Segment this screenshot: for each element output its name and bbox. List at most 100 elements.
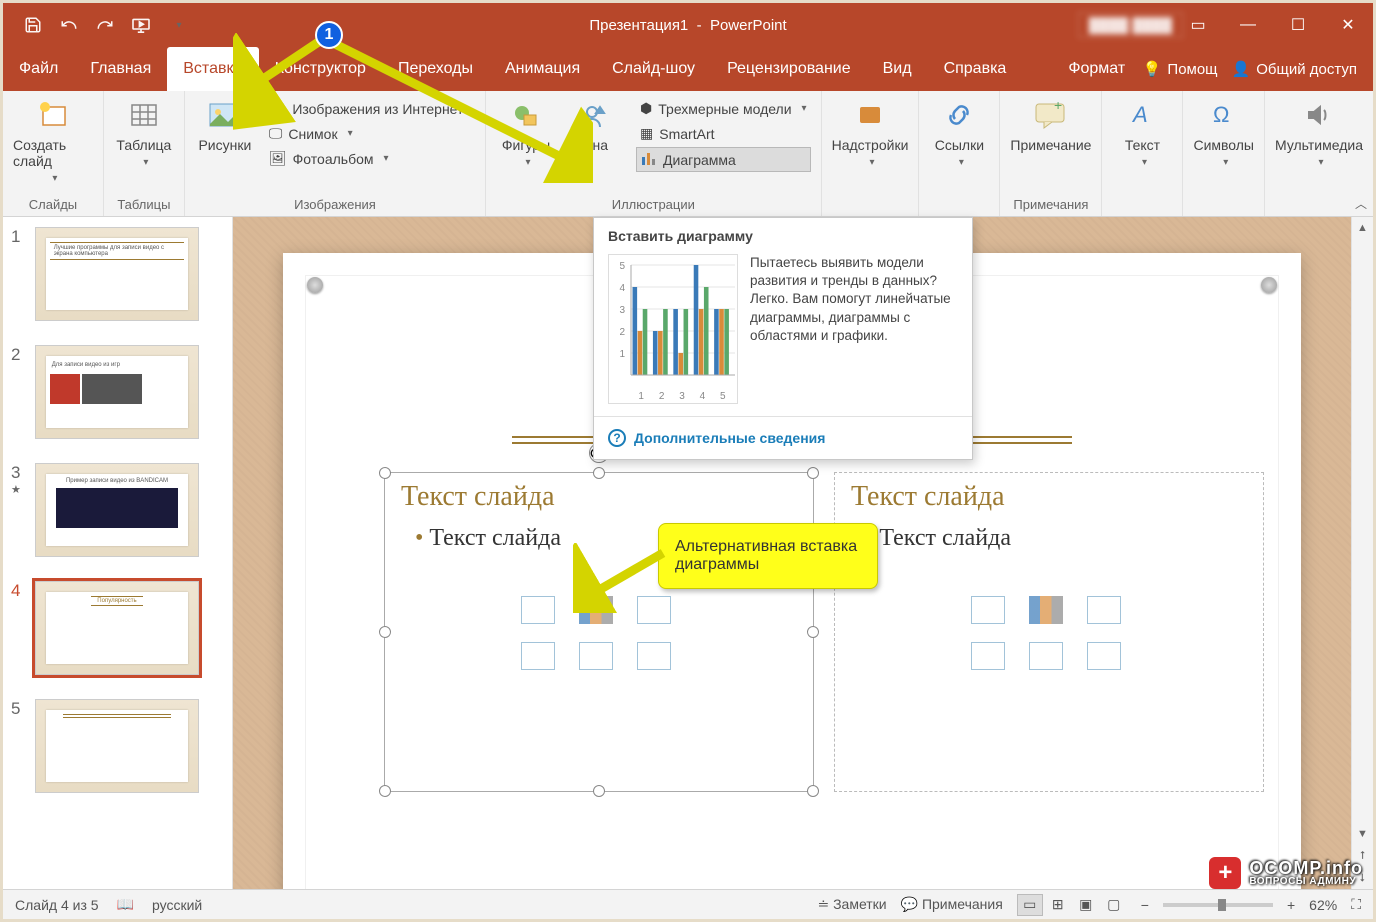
insert-table-icon[interactable] [971,596,1005,624]
chart-icon [641,151,657,168]
normal-view-icon[interactable]: ▭ [1017,894,1043,916]
placeholder-title[interactable]: Текст слайда [385,473,813,521]
pictures-button[interactable]: Рисунки [195,97,255,153]
group-text: AТекст [1102,91,1183,216]
thumbnail-1[interactable]: Лучшие программы для записи видео с экра… [35,227,199,321]
scroll-up-icon[interactable]: ▲ [1352,217,1373,239]
insert-picture-icon[interactable] [971,642,1005,670]
svg-text:2: 2 [619,327,625,338]
placeholder-title[interactable]: Текст слайда [835,473,1263,521]
tab-transitions[interactable]: Переходы [382,47,489,91]
placeholder-bullet[interactable]: Текст слайда [835,521,1263,556]
thumbnail-2[interactable]: Для записи видео из игр [35,345,199,439]
text-button[interactable]: AТекст [1112,97,1172,168]
save-icon[interactable] [23,15,43,35]
comment-button[interactable]: +Примечание [1010,97,1091,153]
thumbnail-4[interactable]: Популярность [35,581,199,675]
group-label: Иллюстрации [496,197,811,216]
tab-animation[interactable]: Анимация [489,47,596,91]
online-pictures-icon: 🌐 [269,100,286,117]
new-slide-icon [35,97,71,133]
scroll-down-icon[interactable]: ▼ [1352,823,1373,845]
table-button[interactable]: Таблица [114,97,174,168]
tab-help[interactable]: Справка [928,47,1023,91]
tab-insert[interactable]: Вставка [167,47,258,91]
comments-button[interactable]: 💬 Примечания [901,896,1003,913]
tab-design[interactable]: Конструктор [259,47,382,91]
smartart-button[interactable]: ▦SmartArt [636,122,811,145]
addins-button[interactable]: Надстройки [832,97,909,168]
undo-icon[interactable] [59,15,79,35]
tab-home[interactable]: Главная [74,47,167,91]
qat-customize-icon[interactable] [167,15,187,35]
insert-table-icon[interactable] [521,596,555,624]
close-icon[interactable]: ✕ [1323,3,1373,47]
insert-chart-icon[interactable] [579,596,613,624]
redo-icon[interactable] [95,15,115,35]
ribbon: Создать слайд Слайды Таблица Таблицы Рис… [3,91,1373,217]
svg-text:4: 4 [619,283,625,294]
zoom-in-icon[interactable]: + [1287,897,1295,913]
tooltip-more-info[interactable]: ?Дополнительные сведения [594,416,972,459]
minimize-icon[interactable]: — [1223,3,1273,47]
spellcheck-icon[interactable]: 📖 [117,896,134,913]
fit-to-window-icon[interactable]: ⛶ [1351,896,1361,913]
links-button[interactable]: Ссылки [929,97,989,168]
insert-smartart-icon[interactable] [637,596,671,624]
slide-counter[interactable]: Слайд 4 из 5 [15,897,99,913]
share-button[interactable]: 👤Общий доступ [1232,60,1357,78]
shapes-button[interactable]: Фигуры [496,97,556,168]
content-placeholder-right[interactable]: Текст слайда Текст слайда [834,472,1264,792]
zoom-out-icon[interactable]: − [1141,897,1149,913]
slideshow-start-icon[interactable] [131,15,151,35]
zoom-level[interactable]: 62% [1309,897,1337,913]
language-button[interactable]: русский [152,897,202,913]
tab-view[interactable]: Вид [867,47,928,91]
insert-video-icon[interactable] [637,642,671,670]
tab-slideshow[interactable]: Слайд-шоу [596,47,711,91]
document-title: Презентация1 - PowerPoint [589,17,786,34]
thumbnail-5[interactable] [35,699,199,793]
sorter-view-icon[interactable]: ⊞ [1045,894,1071,916]
new-slide-button[interactable]: Создать слайд [13,97,93,184]
symbols-button[interactable]: ΩСимволы [1193,97,1254,168]
slideshow-view-icon[interactable]: ▢ [1101,894,1127,916]
chart-button[interactable]: Диаграмма [636,147,811,172]
maximize-icon[interactable]: ☐ [1273,3,1323,47]
zoom-slider[interactable] [1163,903,1273,907]
3d-models-button[interactable]: ⬢Трехмерные модели [636,97,811,120]
insert-online-picture-icon[interactable] [1029,642,1063,670]
icons-button[interactable]: Зна [566,97,626,153]
svg-text:2: 2 [659,391,665,402]
placeholder-icons [835,596,1263,670]
notes-button[interactable]: ≐ Заметки [817,896,886,913]
help-icon: ? [608,429,626,447]
insert-picture-icon[interactable] [521,642,555,670]
insert-smartart-icon[interactable] [1087,596,1121,624]
tab-format[interactable]: Формат [1052,47,1141,91]
online-pictures-button[interactable]: 🌐Изображения из Интернета [265,97,475,120]
tooltip-title: Вставить диаграмму [594,218,972,254]
insert-video-icon[interactable] [1087,642,1121,670]
insert-chart-icon[interactable] [1029,596,1063,624]
tell-me-button[interactable]: 💡Помощ [1143,60,1218,78]
vertical-scrollbar[interactable]: ▲ ▼ ⭡ ⭣ [1351,217,1373,889]
media-button[interactable]: Мультимедиа [1275,97,1363,168]
collapse-ribbon-icon[interactable]: ︿ [1355,195,1367,212]
account-button[interactable]: ████ ████ [1078,12,1183,38]
screenshot-button[interactable]: 🖵Снимок [265,122,475,145]
insert-online-picture-icon[interactable] [579,642,613,670]
comment-icon: + [1033,97,1069,133]
content-placeholder-left[interactable]: ⟳ Текст слайда Текст слайда [384,472,814,792]
cube-icon: ⬢ [640,100,652,117]
reading-view-icon[interactable]: ▣ [1073,894,1099,916]
animation-star-icon: ★ [11,483,25,496]
group-links: Ссылки [919,91,1000,216]
title-bar: Презентация1 - PowerPoint ████ ████ ▭ — … [3,3,1373,47]
tab-file[interactable]: Файл [3,47,74,91]
shapes-icon [508,97,544,133]
svg-text:5: 5 [619,261,625,272]
photo-album-button[interactable]: 🖼Фотоальбом [265,147,475,170]
tab-review[interactable]: Рецензирование [711,47,867,91]
thumbnail-3[interactable]: Пример записи видео из BANDICAM [35,463,199,557]
